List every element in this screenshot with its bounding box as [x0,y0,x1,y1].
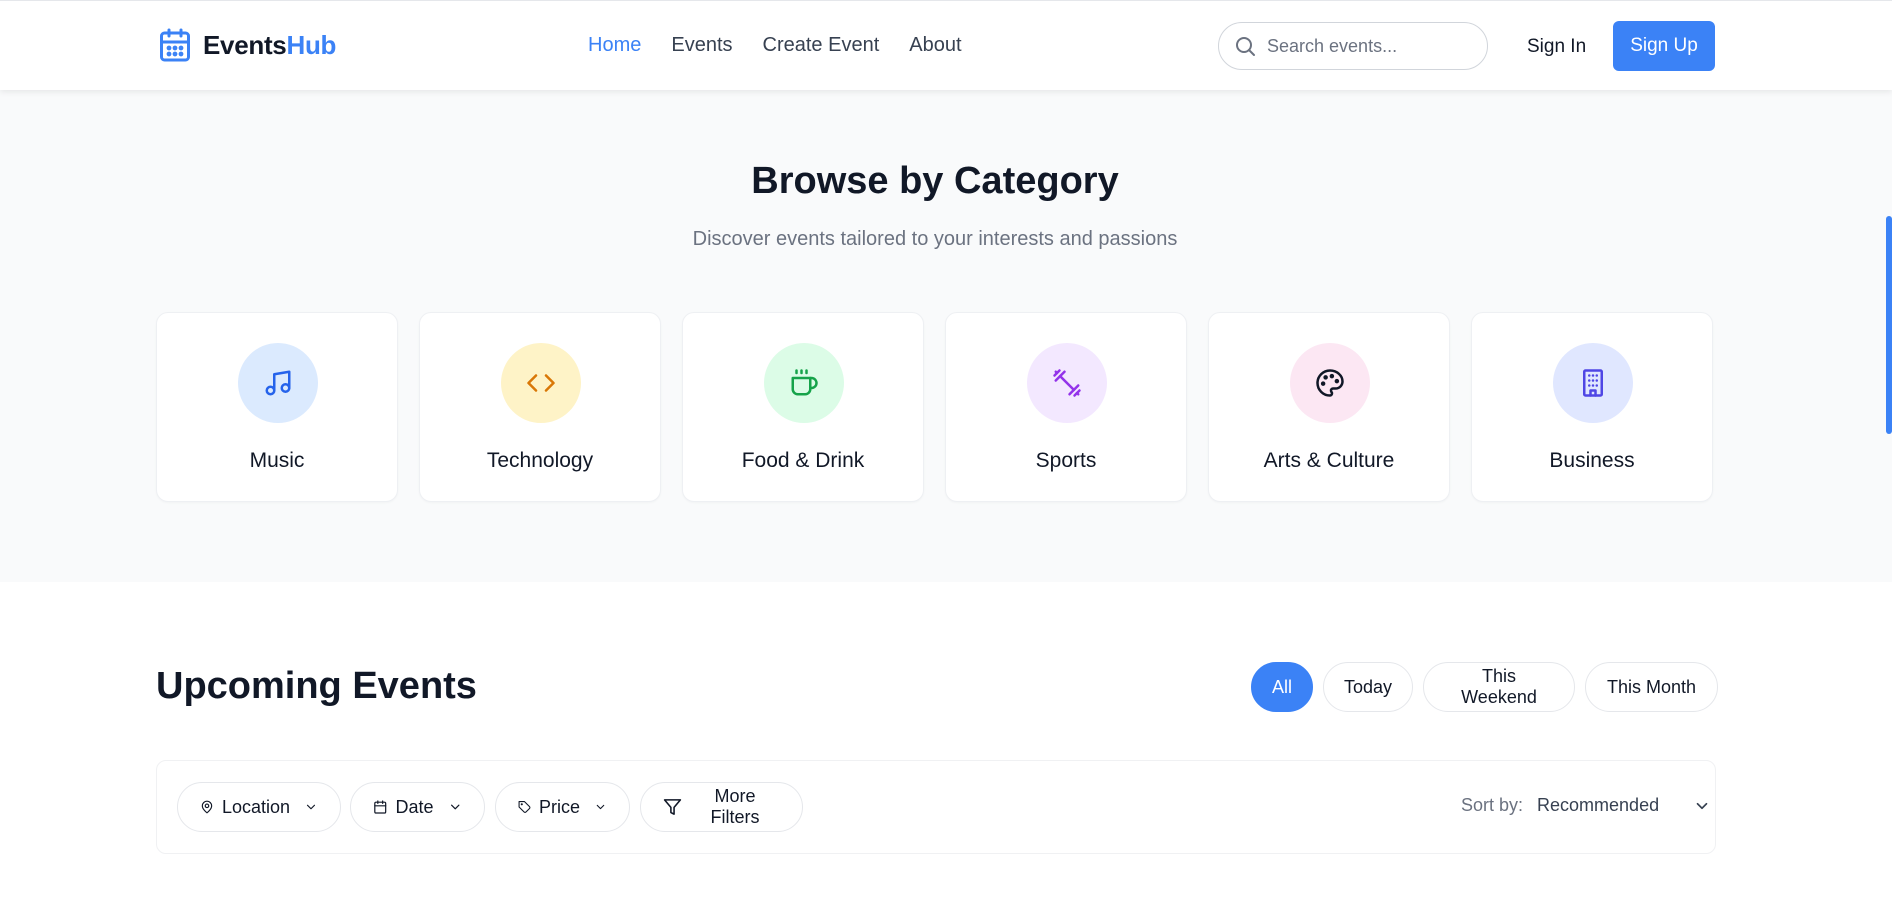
calendar-logo-icon [160,28,190,62]
page: EventsHub Home Events Create Event About… [0,0,1892,912]
icon-circle [1027,343,1107,423]
top-navbar: EventsHub Home Events Create Event About… [0,0,1892,90]
search-icon [1236,37,1255,56]
dumbbell-icon [1053,369,1081,397]
filter-label: Date [395,796,434,817]
page-scrollbar-thumb[interactable] [1886,216,1892,434]
palette-icon [1316,369,1344,397]
date-filter-button[interactable]: Date [350,782,485,832]
chevron-down-icon [450,804,459,810]
more-filters-button[interactable]: More Filters [640,782,803,832]
icon-circle [1290,343,1370,423]
logo-text: EventsHub [203,30,336,61]
category-label: Music [249,449,305,472]
search-input[interactable] [1267,35,1467,57]
browse-categories-section: Browse by Category Discover events tailo… [0,90,1892,582]
sort-value: Recommended [1537,795,1660,815]
filter-bar: Location Date Price More Filters Sort by… [156,760,1716,854]
calendar-icon [374,800,387,814]
main-nav: Home Events Create Event About [588,34,962,57]
section-title: Browse by Category [751,160,1119,202]
time-filter-tabs: All Today This Weekend This Month [1251,662,1718,712]
logo[interactable]: EventsHub [157,26,336,64]
building-icon [1583,369,1603,397]
tag-icon [518,801,531,813]
category-card-technology[interactable]: Technology [419,312,661,502]
category-card-sports[interactable]: Sports [945,312,1187,502]
nav-events[interactable]: Events [671,34,732,57]
nav-about[interactable]: About [909,34,961,57]
category-card-music[interactable]: Music [156,312,398,502]
coffee-icon [791,369,818,396]
section-subtitle: Discover events tailored to your interes… [692,228,1178,250]
category-card-arts-culture[interactable]: Arts & Culture [1208,312,1450,502]
time-filter-all[interactable]: All [1251,662,1313,712]
upcoming-events-title: Upcoming Events [156,665,477,707]
category-cards: Music Technology Food & Drink Sports Art… [156,312,1713,502]
sort-label: Sort by: [1461,795,1524,815]
time-filter-this-month[interactable]: This Month [1585,662,1718,712]
time-filter-today[interactable]: Today [1323,662,1413,712]
time-filter-this-weekend[interactable]: This Weekend [1423,662,1575,712]
price-filter-button[interactable]: Price [495,782,630,832]
filter-label: Price [538,796,580,817]
category-label: Business [1549,449,1635,472]
icon-circle [501,343,581,423]
chevron-down-icon [306,804,316,810]
sort-dropdown[interactable]: Sort by: Recommended [1461,795,1711,816]
icon-circle [1553,343,1633,423]
code-icon [527,374,555,392]
logo-text-part1: Events [203,29,287,60]
nav-create-event[interactable]: Create Event [763,34,880,57]
chevron-down-icon [1696,802,1708,809]
location-filter-button[interactable]: Location [177,782,341,832]
icon-circle [238,343,318,423]
nav-home[interactable]: Home [588,34,641,57]
sign-in-link[interactable]: Sign In [1527,36,1586,58]
logo-text-part2: Hub [286,29,337,60]
category-label: Arts & Culture [1263,449,1395,472]
filter-label: More Filters [710,786,760,827]
category-label: Sports [1035,449,1097,472]
filter-icon [663,799,682,815]
filter-label: Location [221,796,291,817]
chevron-down-icon [596,804,605,810]
category-card-food-drink[interactable]: Food & Drink [682,312,924,502]
music-icon [265,370,291,396]
map-pin-icon [201,800,213,814]
category-card-business[interactable]: Business [1471,312,1713,502]
category-label: Technology [486,449,594,472]
sign-up-button[interactable]: Sign Up [1613,21,1715,71]
icon-circle [764,343,844,423]
search-box [1218,22,1488,70]
category-label: Food & Drink [741,449,865,472]
